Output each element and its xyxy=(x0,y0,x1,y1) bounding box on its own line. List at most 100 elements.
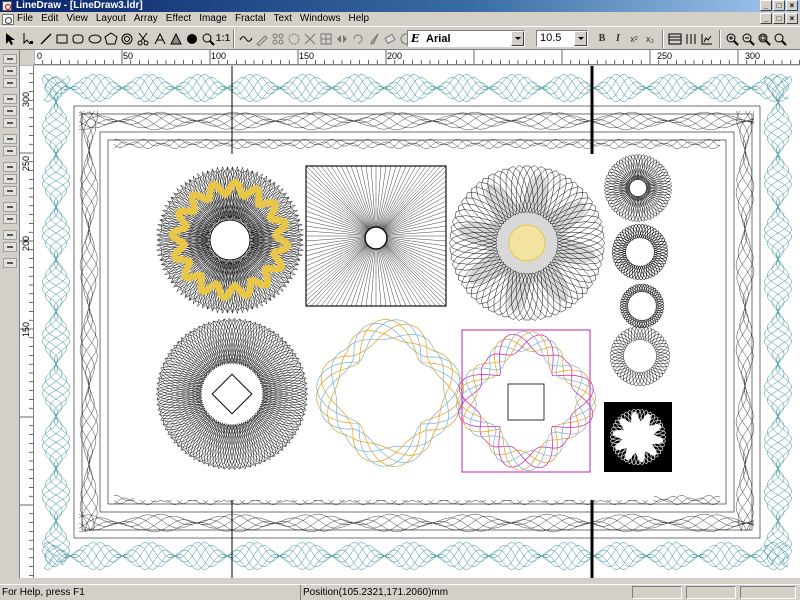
polygon-icon[interactable] xyxy=(103,30,119,47)
send-back-icon[interactable] xyxy=(3,242,17,252)
align-grid-icon[interactable] xyxy=(667,30,683,47)
array-icon[interactable] xyxy=(270,30,286,47)
pointer-icon[interactable] xyxy=(2,30,18,47)
font-family-select[interactable]: E Arial xyxy=(407,30,525,47)
doc-minimize-button[interactable]: _ xyxy=(760,13,772,24)
eraser-icon[interactable] xyxy=(382,30,398,47)
node-select-icon[interactable] xyxy=(20,30,36,47)
status-cell xyxy=(740,586,796,599)
status-help-text: For Help, press F1 xyxy=(2,587,85,598)
distribute-horizontal-icon[interactable] xyxy=(3,134,17,144)
flip-horizontal-icon[interactable] xyxy=(3,258,17,268)
actual-size-button[interactable]: 1:1 xyxy=(215,30,231,47)
columns-icon[interactable] xyxy=(683,30,699,47)
same-size-icon[interactable] xyxy=(3,186,17,196)
ungroup-icon[interactable] xyxy=(3,214,17,224)
chevron-down-icon[interactable] xyxy=(511,31,524,46)
menu-image[interactable]: Image xyxy=(195,12,231,26)
menu-windows[interactable]: Windows xyxy=(296,12,345,26)
square-mesh-pattern xyxy=(305,165,447,307)
effect-icon[interactable] xyxy=(286,30,302,47)
menu-edit[interactable]: Edit xyxy=(37,12,62,26)
zoom-fit-icon[interactable] xyxy=(756,30,772,47)
horizontal-ruler[interactable]: 0 50 100 150 200 250 300 xyxy=(34,50,800,65)
italic-button[interactable]: I xyxy=(610,30,626,47)
spiral-icon[interactable] xyxy=(119,30,135,47)
align-top-icon[interactable] xyxy=(3,94,17,104)
same-height-icon[interactable] xyxy=(3,174,17,184)
ruler-h-label: 250 xyxy=(657,51,673,61)
doc-restore-button[interactable]: □ xyxy=(773,13,785,24)
small-rosette-5 xyxy=(609,409,667,465)
maximize-button[interactable]: □ xyxy=(773,0,785,11)
doc-close-button[interactable]: × xyxy=(786,13,798,24)
status-position: Position(105.2321,171.2060)mm xyxy=(300,585,620,600)
ruler-h-label: 50 xyxy=(123,51,134,61)
wave-icon[interactable] xyxy=(238,30,254,47)
grid-icon[interactable] xyxy=(318,30,334,47)
align-bottom-icon[interactable] xyxy=(3,118,17,128)
zoom-icon[interactable] xyxy=(200,30,216,47)
window-title: LineDraw - [LineDraw3.ldr] xyxy=(16,0,143,11)
subscript-button[interactable]: x₂ xyxy=(642,30,658,47)
menu-text[interactable]: Text xyxy=(270,12,296,26)
ruler-h-label: 0 xyxy=(37,51,43,61)
rotate-icon[interactable] xyxy=(350,30,366,47)
guilloche-artwork[interactable] xyxy=(34,66,800,578)
scissors-icon[interactable] xyxy=(135,30,151,47)
fractal-icon[interactable] xyxy=(302,30,318,47)
text-icon[interactable] xyxy=(168,30,184,47)
ruler-v-label: 300 xyxy=(21,91,31,107)
vertical-ruler[interactable]: 300 250 200 150 xyxy=(20,65,34,578)
same-width-icon[interactable] xyxy=(3,162,17,172)
group-icon[interactable] xyxy=(3,202,17,212)
chevron-down-icon[interactable] xyxy=(574,31,587,46)
menu-help[interactable]: Help xyxy=(344,12,373,26)
font-family-value: Arial xyxy=(426,33,451,45)
bring-front-icon[interactable] xyxy=(3,230,17,240)
superscript-button[interactable]: x² xyxy=(626,30,642,47)
menu-array[interactable]: Array xyxy=(130,12,162,26)
ruler-v-label: 200 xyxy=(21,235,31,251)
align-middle-icon[interactable] xyxy=(3,106,17,116)
main-toolbar: 1:1 E Arial 10.5 B I x² x₂ xyxy=(0,26,800,50)
status-cell xyxy=(632,586,682,599)
chart-icon[interactable] xyxy=(699,30,715,47)
mirror-icon[interactable] xyxy=(334,30,350,47)
zoom-in-icon[interactable] xyxy=(724,30,740,47)
ruler-v-label: 250 xyxy=(21,155,31,171)
drawing-canvas[interactable] xyxy=(34,66,800,578)
line-icon[interactable] xyxy=(38,30,54,47)
fill-icon[interactable] xyxy=(184,30,200,47)
ruler-h-label: 150 xyxy=(299,51,315,61)
ruler-h-label: 200 xyxy=(387,51,403,61)
font-size-select[interactable]: 10.5 xyxy=(536,30,588,47)
rectangle-icon[interactable] xyxy=(54,30,70,47)
ruler-corner xyxy=(20,50,34,65)
menu-view[interactable]: View xyxy=(62,12,92,26)
zoom-out-icon[interactable] xyxy=(740,30,756,47)
menu-effect[interactable]: Effect xyxy=(162,12,195,26)
close-button[interactable]: × xyxy=(786,0,798,11)
minimize-button[interactable]: _ xyxy=(760,0,772,11)
status-cell xyxy=(686,586,736,599)
menu-file[interactable]: File xyxy=(17,12,37,26)
align-left-icon[interactable] xyxy=(3,54,17,64)
font-type-icon: E xyxy=(411,32,420,45)
distribute-vertical-icon[interactable] xyxy=(3,146,17,156)
menu-layout[interactable]: Layout xyxy=(92,12,130,26)
menu-bar: File Edit View Layout Array Effect Image… xyxy=(0,12,800,26)
zoom-page-icon[interactable] xyxy=(772,30,788,47)
document-icon[interactable] xyxy=(2,13,14,25)
brush-icon[interactable] xyxy=(366,30,382,47)
bold-button[interactable]: B xyxy=(594,30,610,47)
ruler-h-label: 300 xyxy=(745,51,761,61)
text-warp-icon[interactable] xyxy=(152,30,168,47)
left-toolbar xyxy=(0,50,20,578)
pen-icon[interactable] xyxy=(254,30,270,47)
align-center-icon[interactable] xyxy=(3,66,17,76)
ellipse-icon[interactable] xyxy=(87,30,103,47)
menu-fractal[interactable]: Fractal xyxy=(231,12,270,26)
rounded-rectangle-icon[interactable] xyxy=(70,30,86,47)
align-right-icon[interactable] xyxy=(3,78,17,88)
